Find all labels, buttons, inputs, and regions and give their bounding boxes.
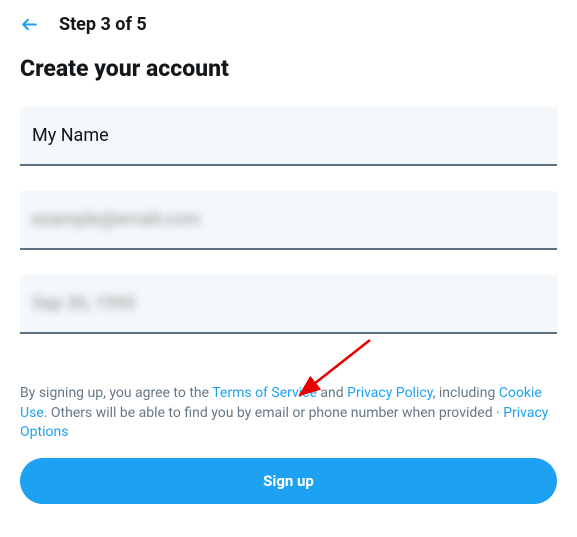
legal-prefix: By signing up, you agree to the xyxy=(20,385,212,401)
privacy-policy-link[interactable]: Privacy Policy xyxy=(347,385,432,401)
page-title: Create your account xyxy=(20,55,557,82)
legal-text: By signing up, you agree to the Terms of… xyxy=(20,384,557,443)
dob-field-wrapper[interactable]: Sep 30, 1990 xyxy=(20,275,557,334)
email-field-wrapper[interactable]: example@email.com xyxy=(20,191,557,250)
legal-others: . Others will be able to find you by ema… xyxy=(44,405,503,421)
back-arrow-icon[interactable] xyxy=(20,15,39,34)
step-indicator: Step 3 of 5 xyxy=(59,14,147,35)
legal-including: , including xyxy=(433,385,499,401)
email-input[interactable]: example@email.com xyxy=(32,209,545,230)
legal-and: and xyxy=(317,385,347,401)
modal-header: Step 3 of 5 xyxy=(20,10,557,55)
signup-button[interactable]: Sign up xyxy=(20,458,557,504)
name-field-wrapper[interactable] xyxy=(20,107,557,166)
terms-of-service-link[interactable]: Terms of Service xyxy=(212,385,317,401)
name-input[interactable] xyxy=(32,125,545,146)
dob-input[interactable]: Sep 30, 1990 xyxy=(32,293,545,314)
